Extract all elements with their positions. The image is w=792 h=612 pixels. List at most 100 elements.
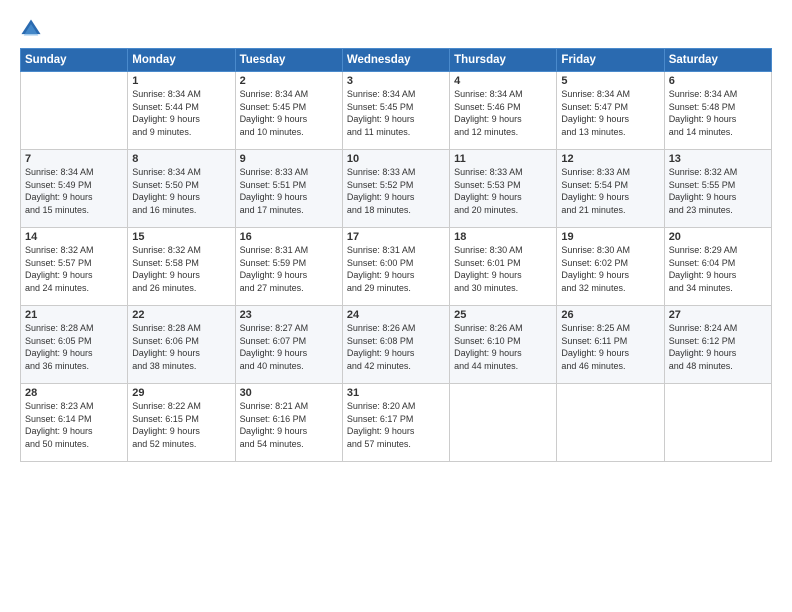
calendar-cell [664, 384, 771, 462]
day-header-thursday: Thursday [450, 49, 557, 72]
calendar-cell: 20Sunrise: 8:29 AM Sunset: 6:04 PM Dayli… [664, 228, 771, 306]
day-number: 5 [561, 75, 659, 87]
day-number: 9 [240, 153, 338, 165]
day-number: 10 [347, 153, 445, 165]
day-header-sunday: Sunday [21, 49, 128, 72]
day-info: Sunrise: 8:26 AM Sunset: 6:10 PM Dayligh… [454, 322, 552, 372]
day-number: 29 [132, 387, 230, 399]
calendar-cell: 16Sunrise: 8:31 AM Sunset: 5:59 PM Dayli… [235, 228, 342, 306]
day-number: 3 [347, 75, 445, 87]
day-info: Sunrise: 8:34 AM Sunset: 5:46 PM Dayligh… [454, 88, 552, 138]
calendar-cell: 31Sunrise: 8:20 AM Sunset: 6:17 PM Dayli… [342, 384, 449, 462]
day-header-wednesday: Wednesday [342, 49, 449, 72]
day-info: Sunrise: 8:33 AM Sunset: 5:52 PM Dayligh… [347, 166, 445, 216]
calendar-week-4: 21Sunrise: 8:28 AM Sunset: 6:05 PM Dayli… [21, 306, 772, 384]
calendar-cell: 26Sunrise: 8:25 AM Sunset: 6:11 PM Dayli… [557, 306, 664, 384]
day-number: 28 [25, 387, 123, 399]
calendar-cell: 10Sunrise: 8:33 AM Sunset: 5:52 PM Dayli… [342, 150, 449, 228]
calendar-cell: 2Sunrise: 8:34 AM Sunset: 5:45 PM Daylig… [235, 72, 342, 150]
calendar-cell: 21Sunrise: 8:28 AM Sunset: 6:05 PM Dayli… [21, 306, 128, 384]
calendar-cell: 19Sunrise: 8:30 AM Sunset: 6:02 PM Dayli… [557, 228, 664, 306]
header [20, 18, 772, 40]
calendar-cell: 6Sunrise: 8:34 AM Sunset: 5:48 PM Daylig… [664, 72, 771, 150]
calendar-cell: 8Sunrise: 8:34 AM Sunset: 5:50 PM Daylig… [128, 150, 235, 228]
day-info: Sunrise: 8:31 AM Sunset: 5:59 PM Dayligh… [240, 244, 338, 294]
logo-icon [20, 18, 42, 40]
day-number: 8 [132, 153, 230, 165]
day-number: 15 [132, 231, 230, 243]
day-info: Sunrise: 8:34 AM Sunset: 5:45 PM Dayligh… [240, 88, 338, 138]
day-number: 26 [561, 309, 659, 321]
day-number: 11 [454, 153, 552, 165]
day-info: Sunrise: 8:28 AM Sunset: 6:06 PM Dayligh… [132, 322, 230, 372]
day-info: Sunrise: 8:26 AM Sunset: 6:08 PM Dayligh… [347, 322, 445, 372]
day-info: Sunrise: 8:22 AM Sunset: 6:15 PM Dayligh… [132, 400, 230, 450]
calendar-cell: 1Sunrise: 8:34 AM Sunset: 5:44 PM Daylig… [128, 72, 235, 150]
calendar-cell [21, 72, 128, 150]
day-number: 17 [347, 231, 445, 243]
calendar-cell: 15Sunrise: 8:32 AM Sunset: 5:58 PM Dayli… [128, 228, 235, 306]
day-number: 7 [25, 153, 123, 165]
calendar-cell: 29Sunrise: 8:22 AM Sunset: 6:15 PM Dayli… [128, 384, 235, 462]
calendar-cell: 7Sunrise: 8:34 AM Sunset: 5:49 PM Daylig… [21, 150, 128, 228]
calendar-week-5: 28Sunrise: 8:23 AM Sunset: 6:14 PM Dayli… [21, 384, 772, 462]
calendar-cell: 23Sunrise: 8:27 AM Sunset: 6:07 PM Dayli… [235, 306, 342, 384]
day-number: 6 [669, 75, 767, 87]
day-number: 20 [669, 231, 767, 243]
day-info: Sunrise: 8:34 AM Sunset: 5:48 PM Dayligh… [669, 88, 767, 138]
day-info: Sunrise: 8:23 AM Sunset: 6:14 PM Dayligh… [25, 400, 123, 450]
calendar-cell: 22Sunrise: 8:28 AM Sunset: 6:06 PM Dayli… [128, 306, 235, 384]
day-number: 27 [669, 309, 767, 321]
day-info: Sunrise: 8:34 AM Sunset: 5:44 PM Dayligh… [132, 88, 230, 138]
day-number: 31 [347, 387, 445, 399]
day-info: Sunrise: 8:31 AM Sunset: 6:00 PM Dayligh… [347, 244, 445, 294]
calendar-week-3: 14Sunrise: 8:32 AM Sunset: 5:57 PM Dayli… [21, 228, 772, 306]
calendar-cell [557, 384, 664, 462]
day-number: 18 [454, 231, 552, 243]
day-header-saturday: Saturday [664, 49, 771, 72]
calendar-cell: 30Sunrise: 8:21 AM Sunset: 6:16 PM Dayli… [235, 384, 342, 462]
calendar-cell: 13Sunrise: 8:32 AM Sunset: 5:55 PM Dayli… [664, 150, 771, 228]
day-info: Sunrise: 8:28 AM Sunset: 6:05 PM Dayligh… [25, 322, 123, 372]
day-number: 12 [561, 153, 659, 165]
day-info: Sunrise: 8:20 AM Sunset: 6:17 PM Dayligh… [347, 400, 445, 450]
day-header-friday: Friday [557, 49, 664, 72]
day-number: 4 [454, 75, 552, 87]
calendar-cell: 5Sunrise: 8:34 AM Sunset: 5:47 PM Daylig… [557, 72, 664, 150]
page: SundayMondayTuesdayWednesdayThursdayFrid… [0, 0, 792, 612]
calendar-cell: 17Sunrise: 8:31 AM Sunset: 6:00 PM Dayli… [342, 228, 449, 306]
day-number: 25 [454, 309, 552, 321]
day-info: Sunrise: 8:33 AM Sunset: 5:54 PM Dayligh… [561, 166, 659, 216]
calendar-cell: 14Sunrise: 8:32 AM Sunset: 5:57 PM Dayli… [21, 228, 128, 306]
calendar-cell: 28Sunrise: 8:23 AM Sunset: 6:14 PM Dayli… [21, 384, 128, 462]
day-info: Sunrise: 8:25 AM Sunset: 6:11 PM Dayligh… [561, 322, 659, 372]
calendar-week-1: 1Sunrise: 8:34 AM Sunset: 5:44 PM Daylig… [21, 72, 772, 150]
day-info: Sunrise: 8:34 AM Sunset: 5:50 PM Dayligh… [132, 166, 230, 216]
calendar-cell: 11Sunrise: 8:33 AM Sunset: 5:53 PM Dayli… [450, 150, 557, 228]
day-info: Sunrise: 8:34 AM Sunset: 5:45 PM Dayligh… [347, 88, 445, 138]
calendar-cell: 9Sunrise: 8:33 AM Sunset: 5:51 PM Daylig… [235, 150, 342, 228]
day-number: 23 [240, 309, 338, 321]
day-number: 19 [561, 231, 659, 243]
day-info: Sunrise: 8:33 AM Sunset: 5:53 PM Dayligh… [454, 166, 552, 216]
day-number: 21 [25, 309, 123, 321]
day-info: Sunrise: 8:30 AM Sunset: 6:01 PM Dayligh… [454, 244, 552, 294]
day-info: Sunrise: 8:32 AM Sunset: 5:55 PM Dayligh… [669, 166, 767, 216]
day-info: Sunrise: 8:32 AM Sunset: 5:58 PM Dayligh… [132, 244, 230, 294]
day-info: Sunrise: 8:30 AM Sunset: 6:02 PM Dayligh… [561, 244, 659, 294]
calendar-week-2: 7Sunrise: 8:34 AM Sunset: 5:49 PM Daylig… [21, 150, 772, 228]
day-info: Sunrise: 8:27 AM Sunset: 6:07 PM Dayligh… [240, 322, 338, 372]
day-number: 1 [132, 75, 230, 87]
day-number: 14 [25, 231, 123, 243]
day-number: 24 [347, 309, 445, 321]
calendar-cell: 3Sunrise: 8:34 AM Sunset: 5:45 PM Daylig… [342, 72, 449, 150]
day-number: 13 [669, 153, 767, 165]
calendar-cell [450, 384, 557, 462]
day-header-tuesday: Tuesday [235, 49, 342, 72]
day-number: 16 [240, 231, 338, 243]
calendar-cell: 18Sunrise: 8:30 AM Sunset: 6:01 PM Dayli… [450, 228, 557, 306]
day-info: Sunrise: 8:29 AM Sunset: 6:04 PM Dayligh… [669, 244, 767, 294]
calendar-cell: 4Sunrise: 8:34 AM Sunset: 5:46 PM Daylig… [450, 72, 557, 150]
day-number: 22 [132, 309, 230, 321]
calendar-cell: 25Sunrise: 8:26 AM Sunset: 6:10 PM Dayli… [450, 306, 557, 384]
